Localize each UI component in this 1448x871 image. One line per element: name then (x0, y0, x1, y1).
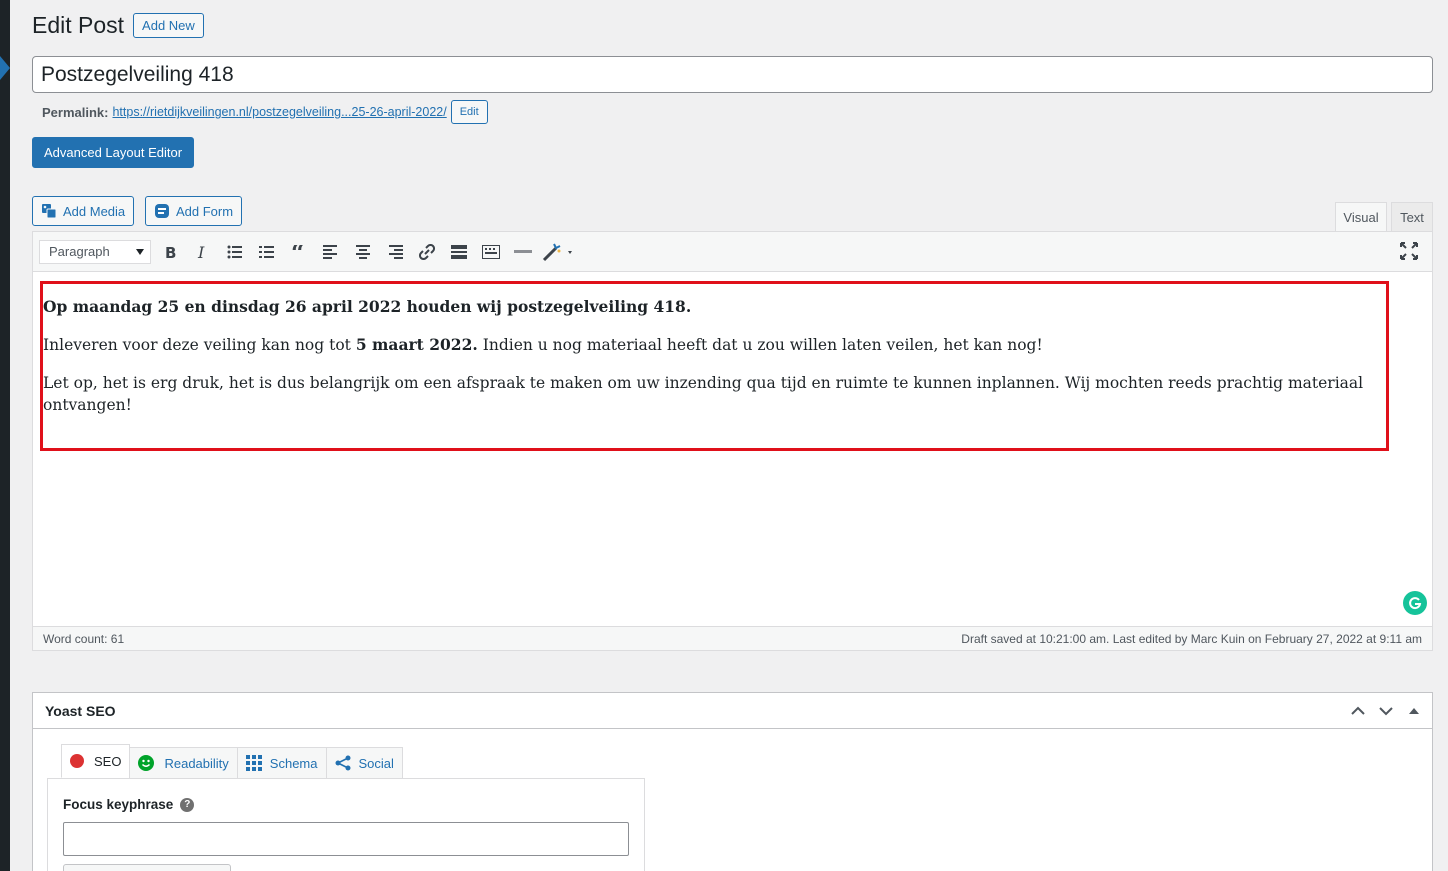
post-content[interactable]: Op maandag 25 en dinsdag 26 april 2022 h… (43, 296, 1383, 432)
word-count: Word count: 61 (43, 631, 125, 646)
tab-readability-label: Readability (164, 755, 229, 771)
svg-text:I: I (197, 244, 205, 260)
grid-icon (245, 755, 262, 771)
align-center-icon[interactable] (347, 236, 379, 268)
smiley-icon (138, 755, 155, 771)
permalink-link[interactable]: https://rietdijkveilingen.nl/postzegelve… (112, 105, 446, 119)
blockquote-icon[interactable]: “ (283, 236, 315, 268)
chevron-up-icon[interactable] (1348, 701, 1368, 721)
advanced-layout-editor-button[interactable]: Advanced Layout Editor (32, 137, 195, 168)
focus-keyphrase-text: Focus keyphrase (63, 797, 174, 812)
tab-text[interactable]: Text (1391, 202, 1433, 232)
permalink-label: Permalink: (42, 104, 109, 120)
yoast-seo-metabox: Yoast SEO SEO Readability Schema Social … (32, 692, 1433, 871)
page-heading: Edit Post Add New (32, 12, 204, 39)
bullet-list-icon[interactable] (219, 236, 251, 268)
editor-status-bar: Word count: 61 Draft saved at 10:21:00 a… (33, 626, 1432, 650)
current-menu-arrow (0, 56, 10, 80)
yoast-title: Yoast SEO (45, 702, 116, 719)
draft-saved-status: Draft saved at 10:21:00 am. Last edited … (961, 631, 1422, 646)
format-select-value: Paragraph (49, 244, 110, 259)
permalink-row: Permalink: https://rietdijkveilingen.nl/… (42, 100, 488, 124)
help-icon[interactable]: ? (180, 797, 195, 812)
tab-seo-label: SEO (94, 753, 122, 769)
admin-sidebar (0, 0, 10, 871)
fullscreen-icon[interactable] (1400, 242, 1420, 262)
post-title-input[interactable]: Postzegelveiling 418 (32, 56, 1433, 93)
tab-social-label: Social (358, 755, 394, 771)
add-form-label: Add Form (176, 203, 234, 219)
add-media-label: Add Media (63, 203, 126, 219)
align-left-icon[interactable] (315, 236, 347, 268)
link-icon[interactable] (411, 236, 443, 268)
read-more-icon[interactable] (443, 236, 475, 268)
media-icon (41, 203, 57, 219)
chevron-down-icon (136, 248, 144, 255)
content-paragraph-3: Let op, het is erg druk, het is dus bela… (43, 374, 1364, 414)
seo-score-icon (70, 754, 84, 768)
editor-content-area[interactable]: Op maandag 25 en dinsdag 26 april 2022 h… (33, 272, 1432, 627)
tab-visual[interactable]: Visual (1335, 202, 1387, 232)
page-title: Edit Post (32, 12, 125, 38)
add-form-button[interactable]: Add Form (145, 196, 243, 226)
horizontal-line-icon[interactable] (507, 236, 539, 268)
content-paragraph-1: Op maandag 25 en dinsdag 26 april 2022 h… (43, 296, 1383, 318)
italic-icon[interactable]: I (187, 236, 219, 268)
share-icon (335, 755, 351, 771)
numbered-list-icon[interactable] (251, 236, 283, 268)
format-select[interactable]: Paragraph (39, 239, 151, 264)
tab-schema-label: Schema (269, 755, 318, 771)
yoast-tabs: SEO Readability Schema Social (61, 744, 403, 778)
metabox-controls (1348, 701, 1424, 721)
content-p2-part1: Inleveren voor deze veiling kan nog tot (43, 336, 356, 354)
content-p2-bold: 5 maart 2022. (355, 335, 478, 354)
focus-keyphrase-label: Focus keyphrase ? (63, 797, 195, 812)
yoast-header: Yoast SEO (33, 693, 1432, 729)
tab-seo[interactable]: SEO (61, 744, 131, 778)
form-icon (154, 203, 170, 219)
grammarly-icon[interactable] (1403, 591, 1427, 615)
post-editor: Paragraph B I “ Op maandag 25 en dinsdag… (32, 231, 1433, 651)
tab-readability[interactable]: Readability (129, 747, 238, 778)
content-p2-part2: Indien u nog materiaal heeft dat u zou w… (477, 336, 1043, 354)
toolbar-toggle-icon[interactable] (475, 236, 507, 268)
get-related-keyphrases-button[interactable] (63, 864, 231, 871)
add-new-button[interactable]: Add New (133, 13, 204, 38)
align-right-icon[interactable] (379, 236, 411, 268)
add-media-button[interactable]: Add Media (32, 196, 135, 226)
tab-social[interactable]: Social (325, 747, 403, 778)
editor-toolbar: Paragraph B I “ (33, 232, 1432, 272)
permalink-edit-button[interactable]: Edit (450, 100, 488, 124)
svg-text:“: “ (291, 245, 305, 259)
chevron-down-icon[interactable] (1376, 701, 1396, 721)
tab-schema[interactable]: Schema (236, 747, 327, 778)
content-p1: Op maandag 25 en dinsdag 26 april 2022 h… (43, 297, 692, 316)
collapse-toggle-icon[interactable] (1404, 701, 1424, 721)
content-paragraph-2: Inleveren voor deze veiling kan nog tot … (43, 334, 1383, 356)
focus-keyphrase-input[interactable] (63, 822, 629, 856)
magic-wand-icon[interactable] (539, 236, 579, 268)
yoast-seo-panel: Focus keyphrase ? (47, 778, 645, 871)
svg-text:B: B (165, 244, 176, 260)
bold-icon[interactable]: B (155, 236, 187, 268)
